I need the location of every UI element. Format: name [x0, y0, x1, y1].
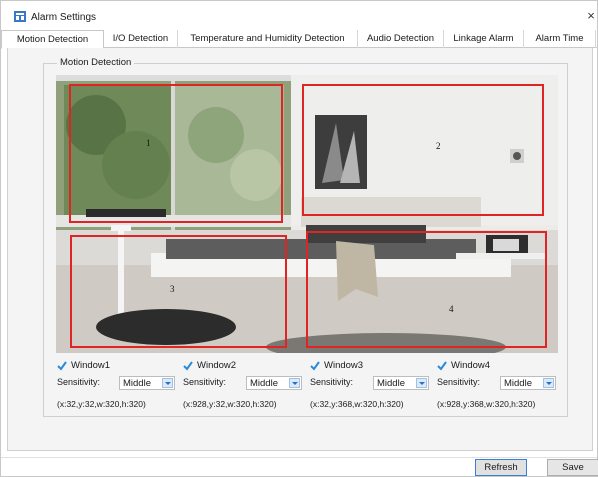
window2-sensitivity-select[interactable]: Middle [246, 376, 302, 390]
window3-label: Window3 [324, 360, 364, 371]
region-number-4: 4 [449, 304, 454, 314]
window3-sensitivity-label: Sensitivity: [310, 377, 354, 387]
detection-region-2[interactable] [302, 84, 544, 216]
window1-sensitivity-label: Sensitivity: [57, 377, 101, 387]
window2-sensitivity-label: Sensitivity: [183, 377, 227, 387]
group-title: Motion Detection [57, 57, 135, 68]
tab-io-detection[interactable]: I/O Detection [104, 30, 178, 48]
window1-label: Window1 [71, 360, 111, 371]
window-title: Alarm Settings [31, 12, 97, 23]
detection-region-1[interactable] [69, 84, 283, 223]
detection-region-4[interactable] [306, 231, 547, 348]
tab-temperature-humidity-detection[interactable]: Temperature and Humidity Detection [178, 30, 358, 48]
window1-sensitivity-value: Middle [123, 378, 151, 389]
region-number-1: 1 [146, 138, 151, 148]
footer-divider [1, 457, 597, 458]
chevron-down-icon[interactable] [289, 378, 300, 388]
window3-coordinates: (x:32,y:368,w:320,h:320) [310, 399, 404, 409]
chevron-down-icon[interactable] [416, 378, 427, 388]
window4-sensitivity-select[interactable]: Middle [500, 376, 556, 390]
checkmark-icon [183, 361, 193, 371]
region-number-3: 3 [170, 284, 175, 294]
window4-checkbox[interactable]: Window4 [437, 360, 547, 373]
window2-checkbox[interactable]: Window2 [183, 360, 293, 373]
window2-label: Window2 [197, 360, 237, 371]
region-number-2: 2 [436, 141, 441, 151]
app-icon [14, 11, 26, 22]
window1-coordinates: (x:32,y:32,w:320,h:320) [57, 399, 146, 409]
window3-sensitivity-select[interactable]: Middle [373, 376, 429, 390]
checkmark-icon [310, 361, 320, 371]
checkmark-icon [57, 361, 67, 371]
tab-audio-detection[interactable]: Audio Detection [358, 30, 444, 48]
tab-linkage-alarm[interactable]: Linkage Alarm [444, 30, 524, 48]
window1-checkbox[interactable]: Window1 [57, 360, 167, 373]
window2-sensitivity-value: Middle [250, 378, 278, 389]
alarm-settings-window: Alarm Settings × Motion Detection I/O De… [0, 0, 598, 477]
checkmark-icon [437, 361, 447, 371]
window3-checkbox[interactable]: Window3 [310, 360, 420, 373]
window4-label: Window4 [451, 360, 491, 371]
window4-coordinates: (x:928,y:368,w:320,h:320) [437, 399, 536, 409]
window1-sensitivity-select[interactable]: Middle [119, 376, 175, 390]
window4-sensitivity-value: Middle [504, 378, 532, 389]
close-button[interactable]: × [585, 9, 597, 23]
refresh-button[interactable]: Refresh [475, 459, 527, 476]
tab-alarm-time[interactable]: Alarm Time [524, 30, 596, 48]
camera-preview[interactable]: 1 2 3 4 [56, 75, 558, 353]
tab-motion-detection[interactable]: Motion Detection [1, 30, 104, 49]
chevron-down-icon[interactable] [162, 378, 173, 388]
detection-region-3[interactable] [70, 235, 287, 348]
chevron-down-icon[interactable] [543, 378, 554, 388]
window3-sensitivity-value: Middle [377, 378, 405, 389]
tab-bar: Motion Detection I/O Detection Temperatu… [1, 30, 597, 49]
window4-sensitivity-label: Sensitivity: [437, 377, 481, 387]
window2-coordinates: (x:928,y:32,w:320,h:320) [183, 399, 277, 409]
title-bar: Alarm Settings × [1, 1, 597, 27]
save-button[interactable]: Save [547, 459, 598, 476]
